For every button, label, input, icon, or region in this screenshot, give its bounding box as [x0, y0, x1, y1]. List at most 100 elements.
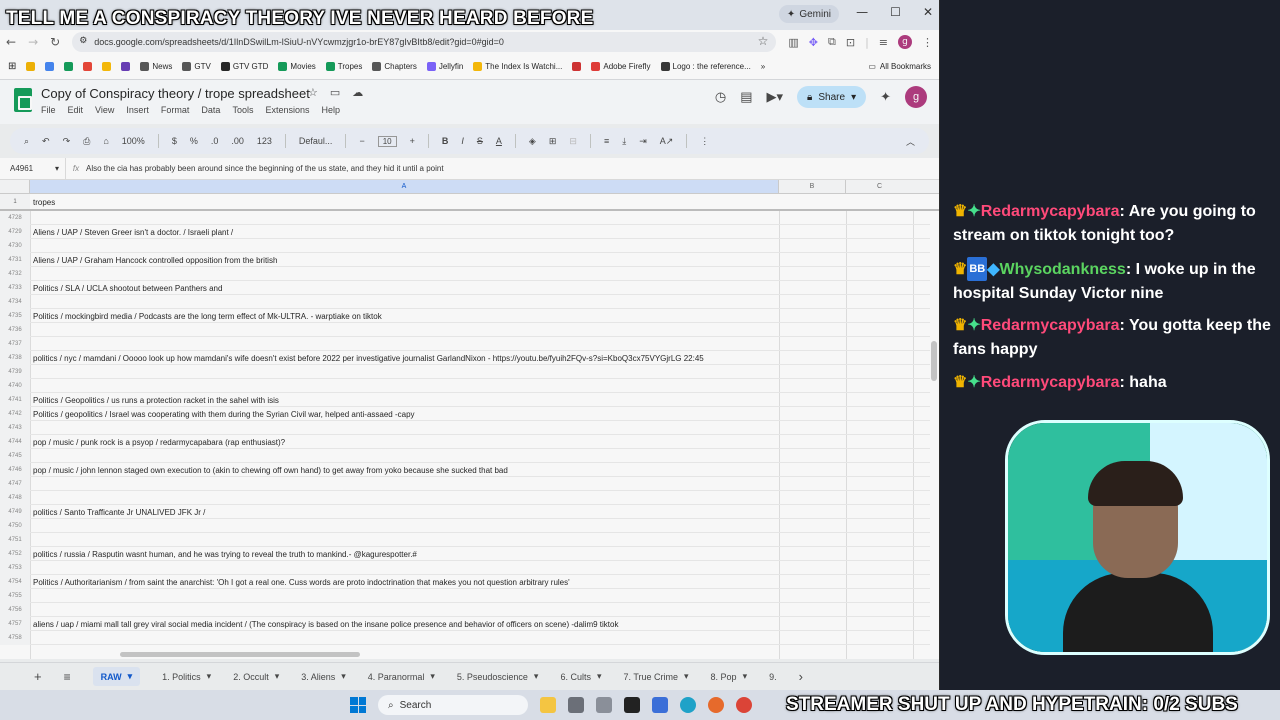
- menu-item-insert[interactable]: Insert: [126, 105, 149, 115]
- row-number[interactable]: 4757: [0, 617, 30, 631]
- cell-a[interactable]: Politics / SLA / UCLA shootout between P…: [30, 284, 222, 293]
- chevron-down-icon[interactable]: ▾: [851, 92, 856, 103]
- bookmark-item[interactable]: [102, 62, 112, 71]
- sheet-tab[interactable]: 8. Pop ▾: [711, 671, 748, 682]
- row-number[interactable]: 1: [0, 194, 30, 209]
- table-row[interactable]: 4752 politics / russia / Rasputin wasnt h…: [0, 547, 930, 561]
- text-rotation-icon[interactable]: A↗: [660, 136, 674, 147]
- more-options-icon[interactable]: ⋮: [700, 136, 709, 147]
- row-number[interactable]: 4738: [0, 351, 30, 365]
- undo-icon[interactable]: ↶: [42, 136, 50, 147]
- row-number[interactable]: 4742: [0, 407, 30, 421]
- profile-avatar[interactable]: g: [898, 35, 912, 49]
- zoom-select[interactable]: 100%: [122, 136, 145, 146]
- bookmark-item[interactable]: Jellyfin: [426, 62, 463, 71]
- row-number[interactable]: 4746: [0, 463, 30, 477]
- reload-icon[interactable]: ↻: [50, 35, 60, 49]
- menu-item-file[interactable]: File: [41, 105, 56, 115]
- table-row[interactable]: 4731 Aliens / UAP / Graham Hancock contro…: [0, 253, 930, 267]
- table-row[interactable]: 4739: [0, 365, 930, 379]
- column-header-a[interactable]: A: [30, 180, 779, 193]
- chevron-down-icon[interactable]: ▾: [597, 671, 602, 682]
- hide-menus-icon[interactable]: ︿: [906, 135, 915, 148]
- table-row[interactable]: 4738 politics / nyc / mamdani / Ooooo loo…: [0, 351, 930, 365]
- file-explorer-icon[interactable]: [540, 697, 556, 713]
- windows-start-icon[interactable]: [350, 697, 366, 713]
- text-color-icon[interactable]: A: [496, 136, 502, 146]
- apps-icon[interactable]: ⊞: [8, 61, 16, 72]
- font-size-decrease-icon[interactable]: −: [359, 136, 364, 146]
- row-number[interactable]: 4755: [0, 589, 30, 603]
- cell-grid[interactable]: 4728 4729 Aliens / UAP / Steven Greer isn'…: [0, 211, 939, 659]
- row-number[interactable]: 4749: [0, 505, 30, 519]
- number-format-button[interactable]: 123: [257, 136, 272, 146]
- bookmark-item[interactable]: [121, 62, 131, 71]
- table-row[interactable]: 4758: [0, 631, 930, 645]
- table-row[interactable]: 4757 aliens / uap / miami mall tall grey …: [0, 617, 930, 631]
- bookmark-item[interactable]: Tropes: [325, 62, 362, 71]
- strikethrough-icon[interactable]: S: [477, 136, 483, 146]
- more-bookmarks-icon[interactable]: »: [761, 62, 765, 71]
- table-row[interactable]: 4729 Aliens / UAP / Steven Greer isn't a …: [0, 225, 930, 239]
- row-number[interactable]: 4740: [0, 379, 30, 393]
- cell-a[interactable]: Aliens / UAP / Graham Hancock controlled…: [30, 256, 277, 265]
- bold-icon[interactable]: B: [442, 136, 449, 146]
- bookmark-item[interactable]: Logo : the reference...: [660, 62, 751, 71]
- row-number[interactable]: 4730: [0, 239, 30, 253]
- menu-item-view[interactable]: View: [95, 105, 114, 115]
- table-row[interactable]: 4754 Politics / Authoritarianism / from s…: [0, 575, 930, 589]
- sheet-tab[interactable]: 2. Occult ▾: [233, 671, 279, 682]
- menu-item-edit[interactable]: Edit: [68, 105, 84, 115]
- menu-item-extensions[interactable]: Extensions: [265, 105, 309, 115]
- cell-a[interactable]: pop / music / john lennon staged own exe…: [30, 466, 508, 475]
- row-number[interactable]: 4753: [0, 561, 30, 575]
- sheet-tab[interactable]: 3. Aliens ▾: [301, 671, 346, 682]
- bookmark-item[interactable]: [572, 62, 582, 71]
- font-select[interactable]: Defaul...: [299, 136, 333, 146]
- row-number[interactable]: 4736: [0, 323, 30, 337]
- maximize-icon[interactable]: ☐: [890, 5, 901, 19]
- chevron-down-icon[interactable]: ▾: [341, 671, 346, 682]
- bookmark-item[interactable]: Adobe Firefly: [591, 62, 651, 71]
- extension-icon[interactable]: ▥: [788, 36, 798, 49]
- bookmark-item[interactable]: Movies: [278, 62, 316, 71]
- chevron-down-icon[interactable]: ▾: [207, 671, 212, 682]
- bookmark-item[interactable]: [64, 62, 74, 71]
- close-icon[interactable]: ✕: [923, 5, 933, 19]
- row-number[interactable]: 4747: [0, 477, 30, 491]
- chevron-down-icon[interactable]: ▾: [534, 671, 539, 682]
- currency-format-button[interactable]: $: [172, 136, 177, 146]
- table-row[interactable]: 4746 pop / music / john lennon staged own…: [0, 463, 930, 477]
- edge-icon[interactable]: [680, 697, 696, 713]
- scroll-tabs-right-icon[interactable]: ›: [799, 669, 803, 684]
- row-number[interactable]: 4758: [0, 631, 30, 645]
- cell-a[interactable]: Aliens / UAP / Steven Greer isn't a doct…: [30, 228, 233, 237]
- cell-a[interactable]: politics / nyc / mamdani / Ooooo look up…: [30, 354, 704, 363]
- sheet-tab[interactable]: RAW ▾: [92, 667, 141, 686]
- forward-icon[interactable]: →: [28, 35, 38, 49]
- bookmark-item[interactable]: Chapters: [372, 62, 417, 71]
- row-number[interactable]: 4750: [0, 519, 30, 533]
- cell-a[interactable]: aliens / uap / miami mall tall grey vira…: [30, 620, 618, 629]
- table-row[interactable]: 4756: [0, 603, 930, 617]
- bookmark-item[interactable]: [26, 62, 36, 71]
- meet-icon[interactable]: ▶▾: [767, 89, 784, 105]
- table-row[interactable]: 4755: [0, 589, 930, 603]
- sheet-tab[interactable]: 6. Cults ▾: [560, 671, 601, 682]
- vertical-align-icon[interactable]: ⤓: [622, 136, 626, 147]
- table-row[interactable]: 4733 Politics / SLA / UCLA shootout betwe…: [0, 281, 930, 295]
- star-icon[interactable]: ☆: [308, 86, 318, 99]
- table-row[interactable]: 4736: [0, 323, 930, 337]
- sheet-tab[interactable]: 5. Pseudoscience ▾: [457, 671, 539, 682]
- all-bookmarks-button[interactable]: ▭ All Bookmarks: [868, 62, 931, 71]
- cell-a[interactable]: Politics / mockingbird media / Podcasts …: [30, 312, 382, 321]
- row-number[interactable]: 4751: [0, 533, 30, 547]
- app-icon[interactable]: [568, 697, 584, 713]
- chevron-down-icon[interactable]: ▾: [275, 671, 280, 682]
- minimize-icon[interactable]: —: [856, 5, 868, 19]
- cell-a[interactable]: pop / music / punk rock is a psyop / red…: [30, 438, 285, 447]
- sheet-tab[interactable]: 1. Politics ▾: [162, 671, 211, 682]
- menu-item-data[interactable]: Data: [201, 105, 220, 115]
- screenshot-icon[interactable]: ⊡: [846, 36, 855, 49]
- chevron-down-icon[interactable]: ▾: [55, 164, 59, 173]
